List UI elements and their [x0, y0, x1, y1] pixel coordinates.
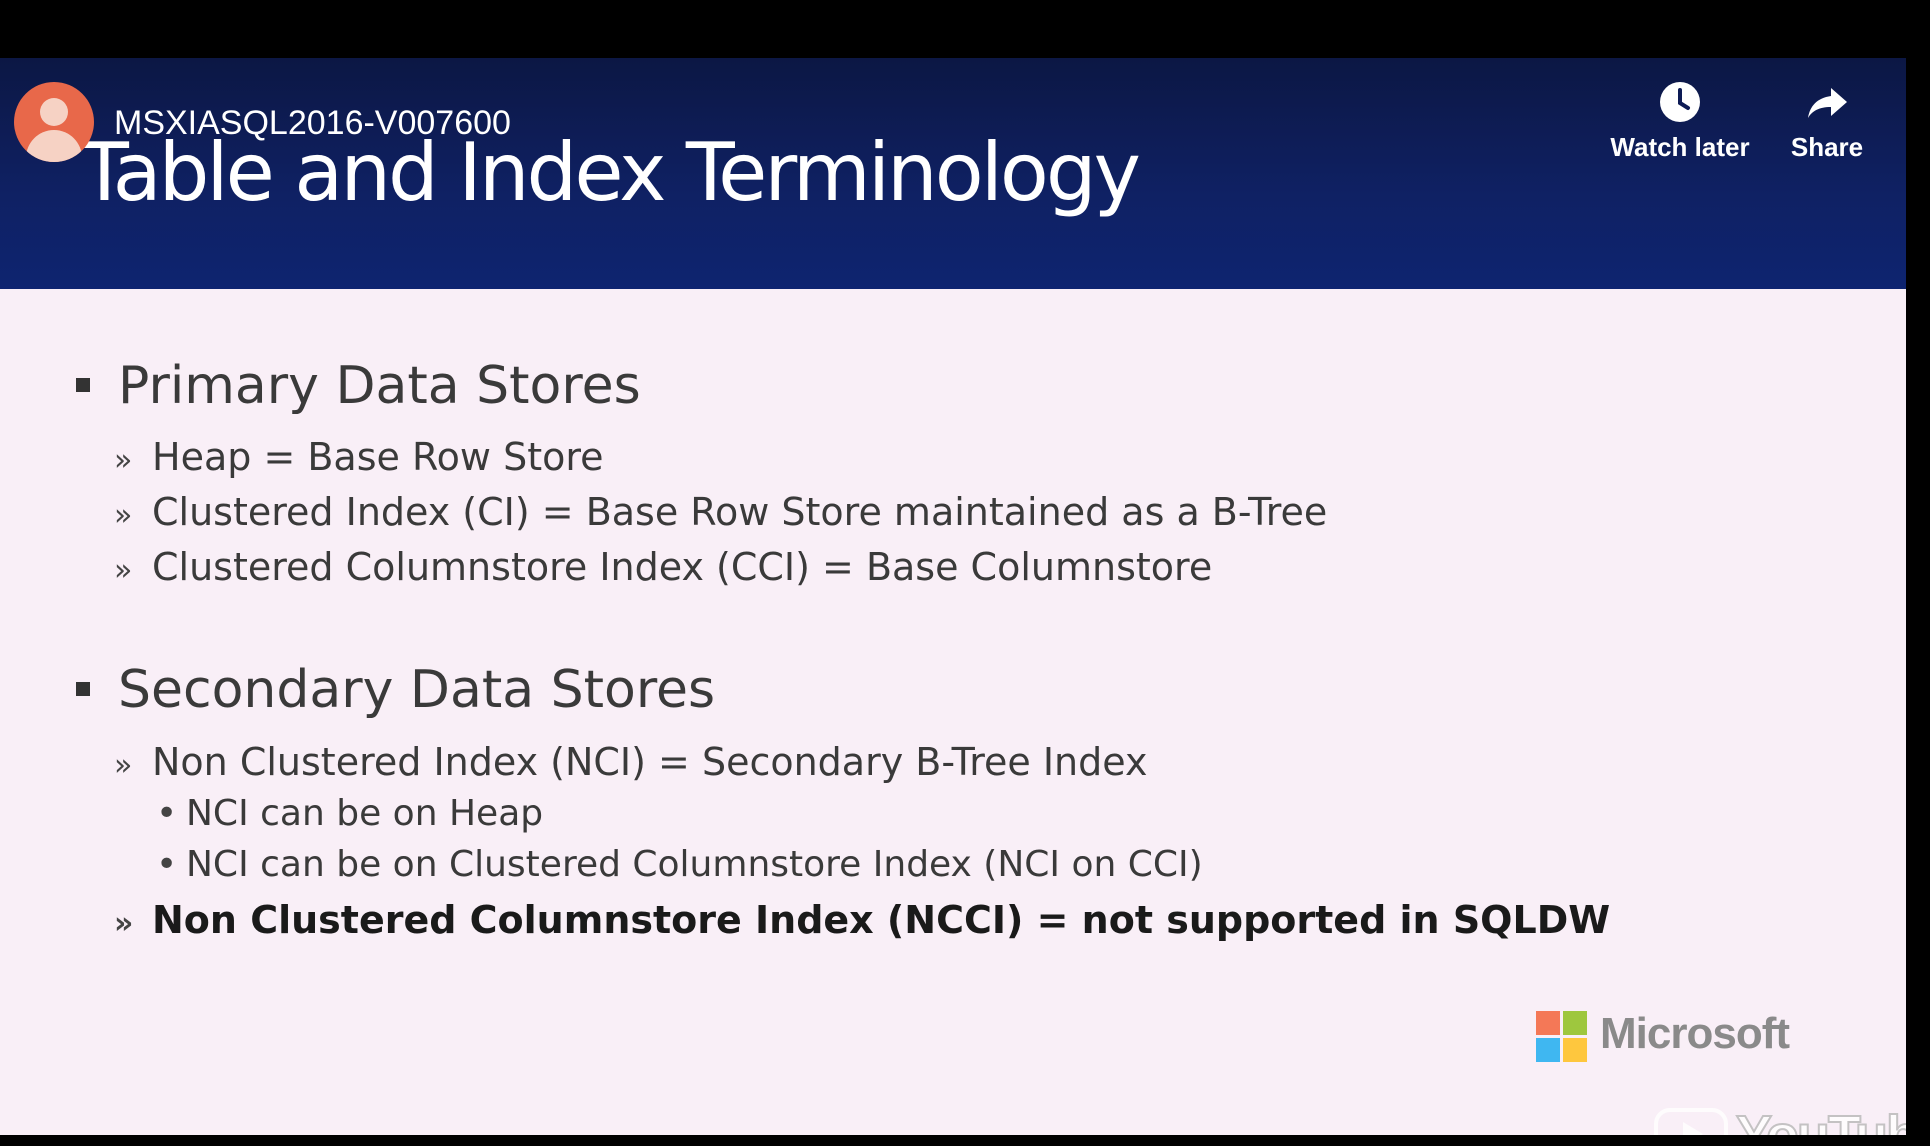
raquo-bullet-icon: » [114, 498, 133, 533]
watch-later-button[interactable]: Watch later [1600, 80, 1760, 163]
microsoft-logo-text: Microsoft [1600, 1009, 1790, 1058]
share-arrow-icon [1808, 88, 1847, 118]
person-avatar-icon [40, 98, 68, 126]
share-label: Share [1790, 132, 1864, 162]
list-item: » Clustered Columnstore Index (CCI) = Bas… [114, 545, 1212, 589]
share-button[interactable]: Share [1772, 80, 1882, 163]
video-player[interactable]: Table and Index Terminology Primary Data… [0, 0, 1930, 1146]
dot-bullet-icon: • [156, 844, 178, 885]
section-heading-text: Secondary Data Stores [118, 660, 716, 720]
dot-bullet-icon: • [156, 793, 178, 834]
clock-icon [1660, 82, 1700, 122]
youtube-watermark-text: YouTube [1735, 1104, 1906, 1135]
list-item: » Clustered Index (CI) = Base Row Store m… [114, 490, 1327, 534]
channel-avatar[interactable] [14, 82, 94, 162]
slide-content: Primary Data Stores » Heap = Base Row Sto… [0, 58, 1906, 1135]
list-item-text: Heap = Base Row Store [152, 435, 604, 479]
list-item: » Non Clustered Index (NCI) = Secondary B… [114, 740, 1147, 784]
raquo-bullet-icon: » [114, 906, 134, 941]
list-item-text: Clustered Columnstore Index (CCI) = Base… [152, 545, 1213, 589]
list-item-text: Non Clustered Index (NCI) = Secondary B-… [152, 740, 1148, 784]
presentation-slide: Table and Index Terminology Primary Data… [0, 58, 1906, 1135]
square-bullet-icon [76, 378, 90, 392]
youtube-watermark[interactable]: YouTube [1654, 1104, 1906, 1135]
watch-later-label: Watch later [1610, 132, 1750, 162]
section-heading-primary: Primary Data Stores [76, 356, 641, 416]
microsoft-logo-icon [1536, 1011, 1588, 1063]
sub-list-item: • NCI can be on Clustered Columnstore Ind… [156, 844, 1203, 885]
sub-list-item: • NCI can be on Heap [156, 793, 543, 834]
section-heading-text: Primary Data Stores [118, 356, 641, 416]
raquo-bullet-icon: » [114, 748, 133, 783]
player-bottom-bar [0, 1135, 1930, 1146]
raquo-bullet-icon: » [114, 443, 133, 478]
raquo-bullet-icon: » [114, 553, 133, 588]
avatar-body-shape [26, 130, 82, 162]
list-item-emphasized: » Non Clustered Columnstore Index (NCCI) … [114, 898, 1610, 942]
sub-list-item-text: NCI can be on Clustered Columnstore Inde… [186, 844, 1203, 885]
list-item-text: Clustered Index (CI) = Base Row Store ma… [152, 490, 1328, 534]
list-item-text: Non Clustered Columnstore Index (NCCI) =… [152, 898, 1611, 942]
youtube-play-icon [1654, 1108, 1728, 1135]
square-bullet-icon [76, 682, 90, 696]
list-item: » Heap = Base Row Store [114, 435, 604, 479]
section-heading-secondary: Secondary Data Stores [76, 660, 715, 720]
sub-list-item-text: NCI can be on Heap [186, 793, 544, 834]
video-title-link[interactable]: MSXIASQL2016-V007600 [114, 104, 511, 143]
